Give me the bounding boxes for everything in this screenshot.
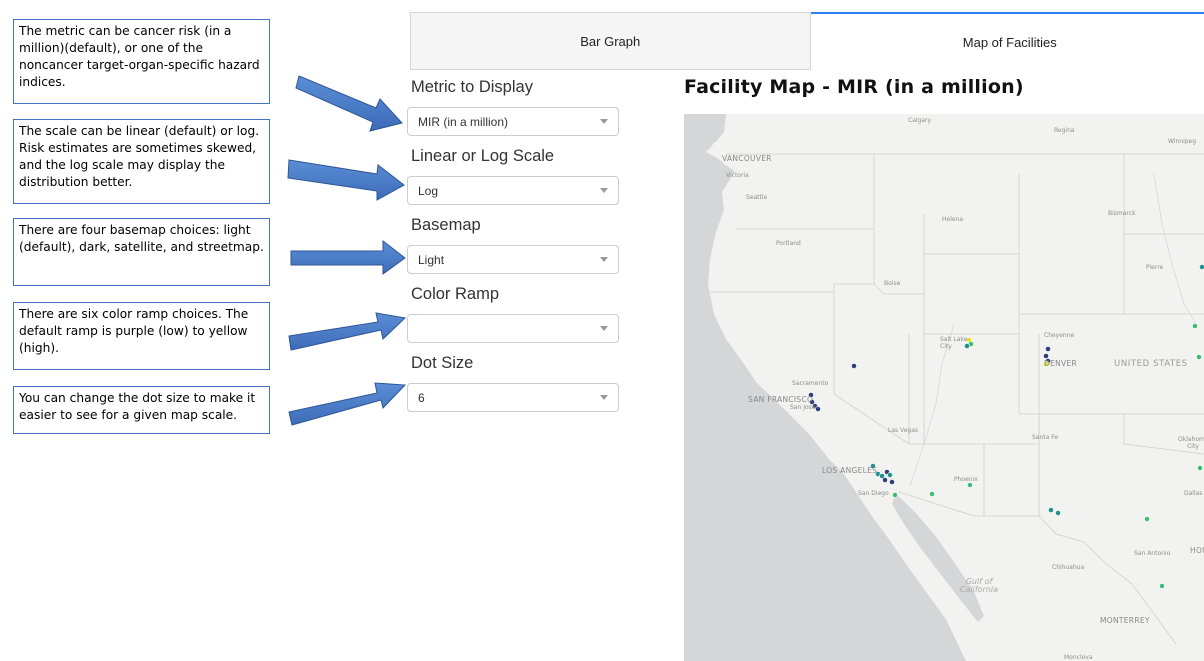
city-label: SAN FRANCISCO [748, 395, 814, 404]
facility-dot[interactable] [851, 363, 857, 369]
facility-dot[interactable] [1197, 465, 1203, 471]
city-label: Bismarck [1108, 210, 1136, 217]
city-label: Boise [884, 280, 901, 287]
city-label: HOU [1190, 546, 1204, 555]
arrow-basemap [290, 239, 406, 275]
scale-select[interactable]: Log [407, 176, 619, 205]
facility-map[interactable]: Calgary Regina Winnipeg VANCOUVER Victor… [684, 114, 1204, 661]
chevron-down-icon [600, 257, 608, 262]
dot-size-select-value: 6 [418, 390, 425, 405]
facility-dot[interactable] [889, 479, 895, 485]
city-label: Winnipeg [1168, 138, 1197, 145]
city-label: Oklahoma City [1178, 436, 1204, 450]
scale-select-value: Log [418, 183, 439, 198]
city-label: Pierre [1146, 264, 1164, 271]
facility-dot[interactable] [1043, 353, 1049, 359]
city-label: VANCOUVER [722, 154, 772, 163]
dot-size-label: Dot Size [411, 354, 474, 372]
arrow-dot-size [288, 382, 407, 426]
metric-label: Metric to Display [411, 78, 533, 96]
metric-select[interactable]: MIR (in a million) [407, 107, 619, 136]
facility-dot[interactable] [1045, 346, 1051, 352]
arrow-color-ramp [288, 312, 407, 351]
city-label: San Antonio [1134, 550, 1171, 557]
annotation-arrows [287, 75, 407, 426]
country-label: UNITED STATES [1114, 359, 1188, 369]
facility-dot[interactable] [815, 406, 821, 412]
facility-dot[interactable] [1199, 264, 1204, 270]
chevron-down-icon [600, 188, 608, 193]
city-label: Phoenix [954, 476, 978, 483]
map-title: Facility Map - MIR (in a million) [684, 76, 1024, 98]
city-label: Monclova [1064, 654, 1093, 661]
chevron-down-icon [600, 326, 608, 331]
city-label: Portland [776, 240, 801, 247]
city-label: Victoria [726, 172, 749, 179]
city-label: DENVER [1044, 359, 1078, 368]
basemap-select-value: Light [418, 252, 445, 267]
tab-bar: Bar Graph Map of Facilities [410, 12, 1204, 70]
color-ramp-select[interactable] [407, 314, 619, 343]
facility-dot[interactable] [887, 472, 893, 478]
arrow-metric [295, 75, 403, 132]
city-label: Cheyenne [1044, 332, 1075, 339]
basemap-select[interactable]: Light [407, 245, 619, 274]
city-label: LOS ANGELES [822, 466, 878, 475]
scale-label: Linear or Log Scale [411, 147, 555, 165]
gulf-label: Gulf of California [959, 577, 999, 594]
city-label: Chihuahua [1052, 564, 1085, 571]
city-label: Santa Fe [1032, 434, 1059, 441]
city-label: Las Vegas [888, 427, 918, 434]
city-label: San Diego [858, 490, 889, 497]
color-ramp-label: Color Ramp [411, 285, 500, 303]
city-label: Regina [1054, 127, 1075, 134]
city-label: Seattle [746, 194, 768, 201]
facility-dot[interactable] [1055, 510, 1061, 516]
basemap-label: Basemap [411, 216, 481, 234]
city-label: San Jose [790, 404, 816, 411]
facility-dot[interactable] [1048, 507, 1054, 513]
facility-dot[interactable] [967, 482, 973, 488]
facility-dot[interactable] [882, 477, 888, 483]
arrow-scale [287, 159, 405, 201]
chevron-down-icon [600, 119, 608, 124]
chevron-down-icon [600, 395, 608, 400]
city-label: Helena [942, 216, 964, 223]
city-label: Calgary [908, 117, 932, 124]
facility-dot[interactable] [929, 491, 935, 497]
dot-size-select[interactable]: 6 [407, 383, 619, 412]
metric-select-value: MIR (in a million) [418, 114, 509, 129]
facility-dot[interactable] [1196, 354, 1202, 360]
city-label: Salt Lake City [940, 336, 968, 350]
city-label: MONTERREY [1100, 616, 1150, 625]
facility-dot[interactable] [1192, 323, 1198, 329]
tab-bar-graph[interactable]: Bar Graph [410, 12, 811, 70]
facility-dot[interactable] [1159, 583, 1165, 589]
facility-dot[interactable] [892, 492, 898, 498]
city-label: Dallas [1184, 490, 1203, 497]
city-label: Sacramento [792, 380, 829, 387]
tab-map-of-facilities[interactable]: Map of Facilities [810, 12, 1204, 70]
facility-dot[interactable] [1144, 516, 1150, 522]
